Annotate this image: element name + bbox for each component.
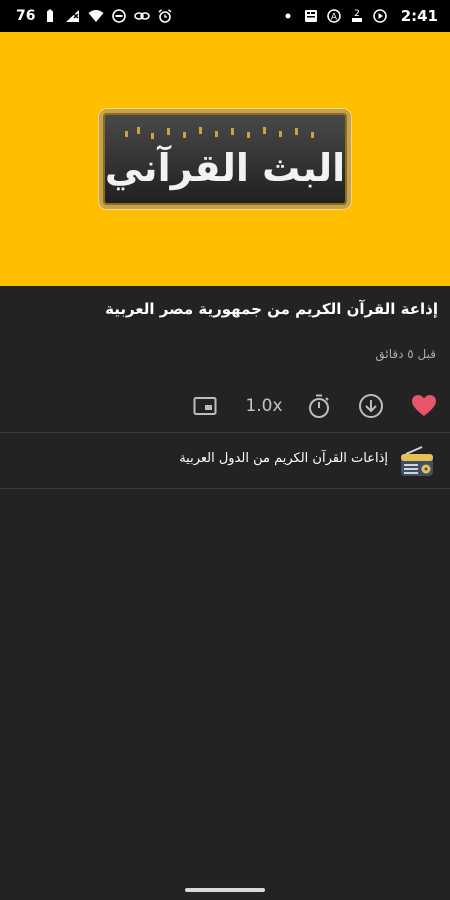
sleep-timer-button[interactable] <box>305 388 333 424</box>
status-right: A 2 2:41 <box>280 7 438 25</box>
station-list-item[interactable]: إذاعات القرآن الكريم من الدول العربية <box>0 434 450 488</box>
radio-icon <box>398 442 436 480</box>
svg-text:2: 2 <box>354 9 360 19</box>
svg-text:A: A <box>331 13 338 23</box>
divider <box>0 488 450 489</box>
alarm-icon <box>157 8 173 24</box>
favorite-button[interactable] <box>410 388 438 424</box>
at-icon: A <box>326 8 342 24</box>
link-icon <box>134 8 151 24</box>
divider <box>0 432 450 433</box>
svg-text:البث القرآني: البث القرآني <box>107 144 343 190</box>
status-left: 76 <box>16 8 173 24</box>
player-actions: 1.0x <box>0 388 450 424</box>
data-2-icon: 2 <box>349 8 365 24</box>
app-logo: البث القرآني <box>99 109 351 209</box>
dnd-icon <box>111 8 127 24</box>
pip-button[interactable] <box>190 388 220 424</box>
timer-icon <box>309 394 329 418</box>
status-bar: 76 A 2 2:41 <box>0 0 450 32</box>
card-icon <box>303 8 319 24</box>
battery-level: 76 <box>16 8 36 24</box>
gesture-nav-handle[interactable] <box>185 888 265 892</box>
download-button[interactable] <box>357 388 385 424</box>
heart-icon <box>412 395 436 416</box>
episode-title: إذاعة القرآن الكريم من جمهورية مصر العرب… <box>105 300 438 318</box>
play-icon <box>372 8 388 24</box>
station-title: إذاعات القرآن الكريم من الدول العربية <box>179 451 388 466</box>
episode-time-ago: قبل ٥ دقائق <box>375 347 436 361</box>
signal-icon <box>65 8 81 24</box>
battery-icon <box>42 8 58 24</box>
logo-calligraphy: البث القرآني <box>107 127 343 190</box>
pip-icon <box>193 397 217 415</box>
download-icon <box>359 394 383 418</box>
episode-artwork: البث القرآني <box>0 32 450 286</box>
playback-speed-button[interactable]: 1.0x <box>238 388 290 424</box>
clock: 2:41 <box>400 7 438 25</box>
wifi-icon <box>88 8 104 24</box>
notification-dot-icon <box>280 8 296 24</box>
